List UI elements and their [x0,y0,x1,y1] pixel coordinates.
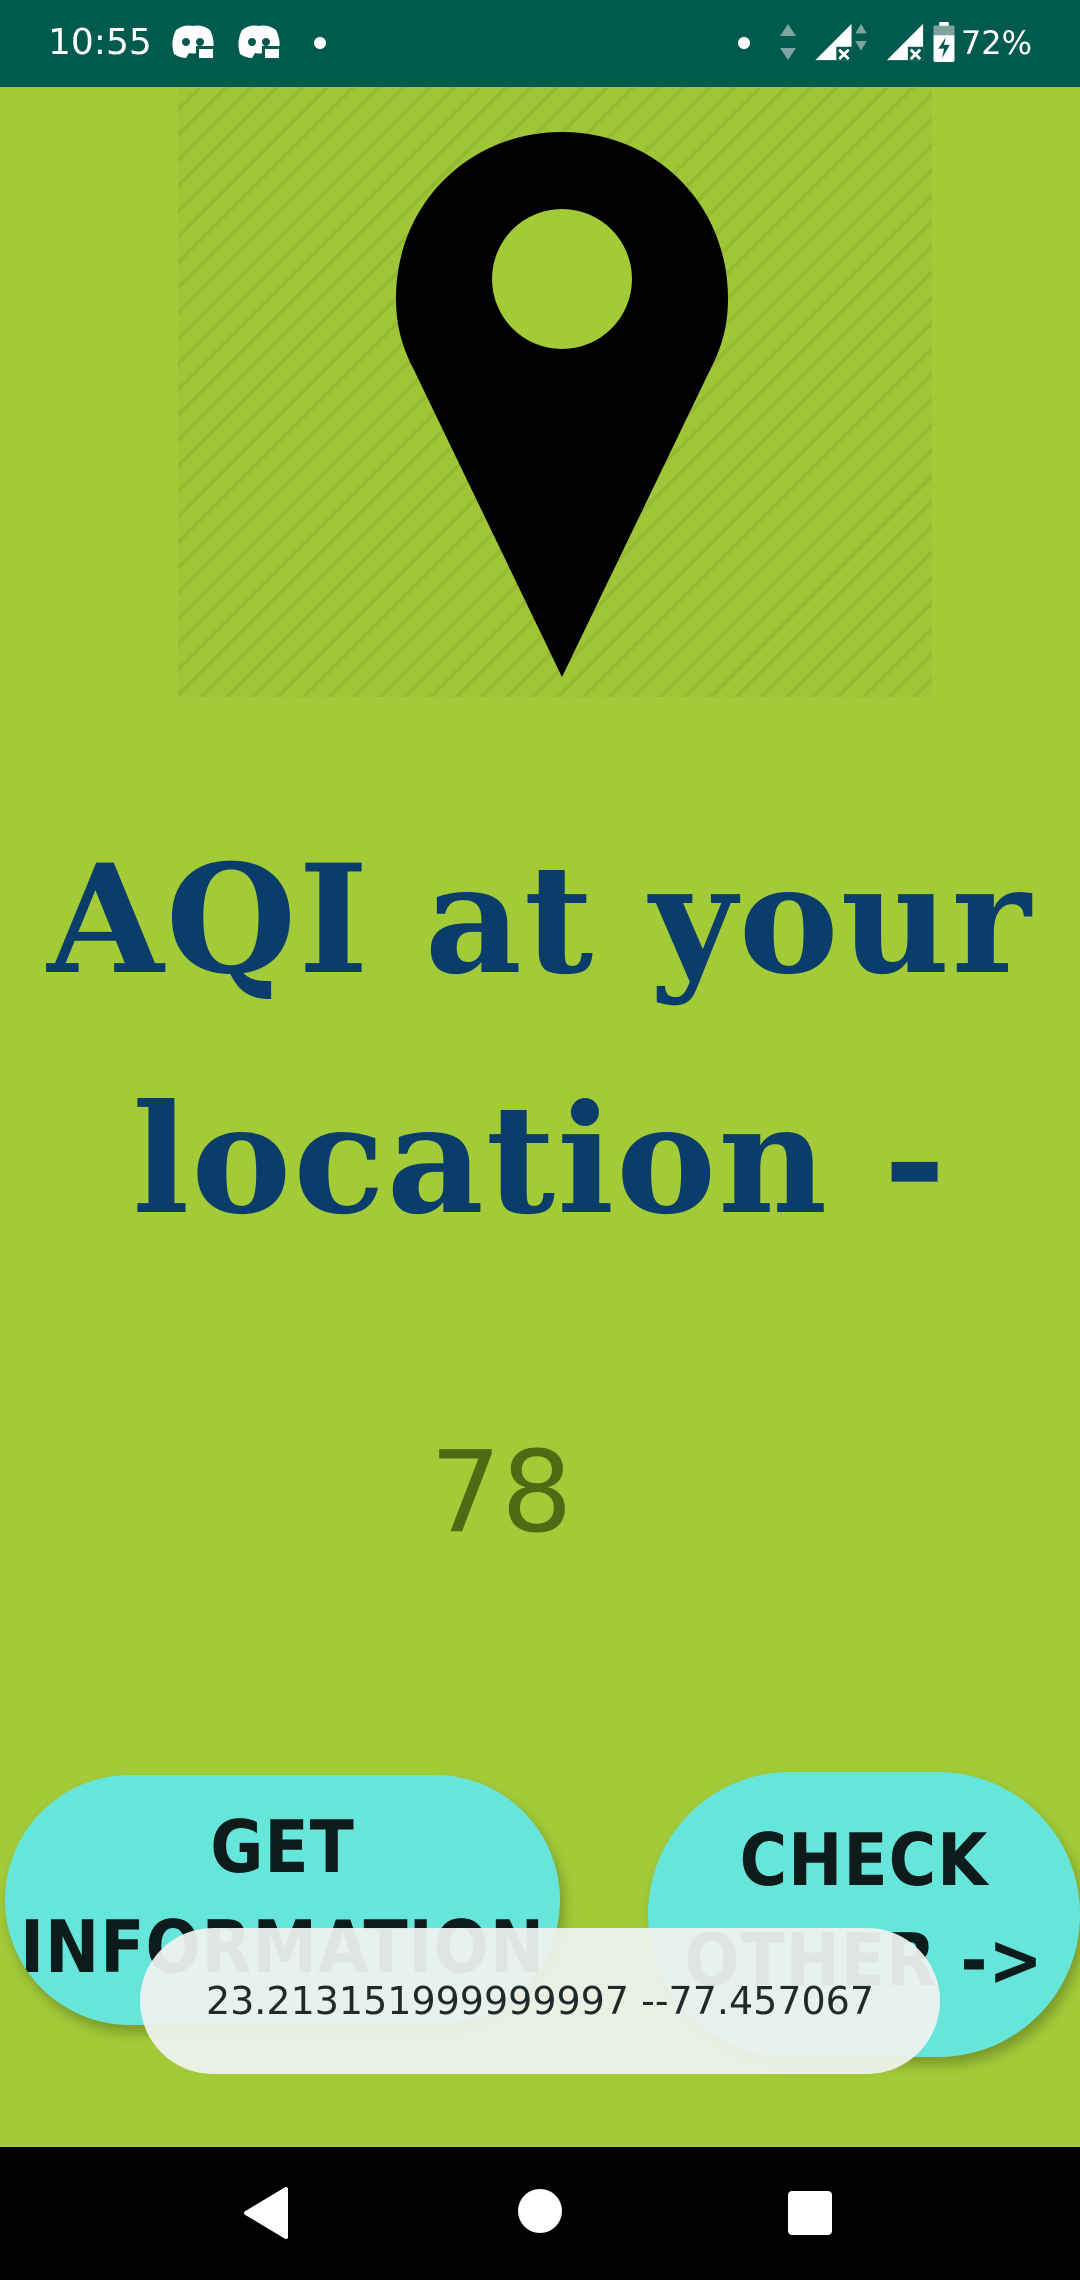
data-arrows-icon [780,24,796,60]
get-information-label-line-1: GET [210,1805,355,1889]
recents-icon[interactable] [786,2189,834,2237]
check-other-label-line-1: CHECK [739,1818,989,1902]
app-screen: 10:55 72% AQI at your location - 78 GET … [0,0,1080,2280]
heading-line-2: location - [132,1072,948,1248]
home-icon[interactable] [516,2187,564,2235]
aqi-heading: AQI at your location - [0,800,1080,1280]
status-time: 10:55 [48,22,152,63]
back-icon[interactable] [240,2183,300,2243]
heading-line-1: AQI at your [47,832,1033,1008]
location-pin-image [178,87,932,697]
signal-no-service-icon [886,23,924,61]
discord-icon [172,25,216,60]
aqi-value: 78 [430,1428,573,1558]
dot-icon [738,37,750,49]
location-pin-icon [396,132,728,677]
status-bar: 10:55 72% [0,0,1080,87]
coordinates-toast: 23.213151999999997 --77.457067 [140,1928,940,2074]
signal-no-service-icon [815,23,867,61]
battery-percentage: 72% [960,24,1032,62]
discord-icon [238,25,282,60]
navigation-bar [0,2147,1080,2280]
battery-charging-icon [933,22,955,62]
notification-dot-icon [314,37,326,49]
